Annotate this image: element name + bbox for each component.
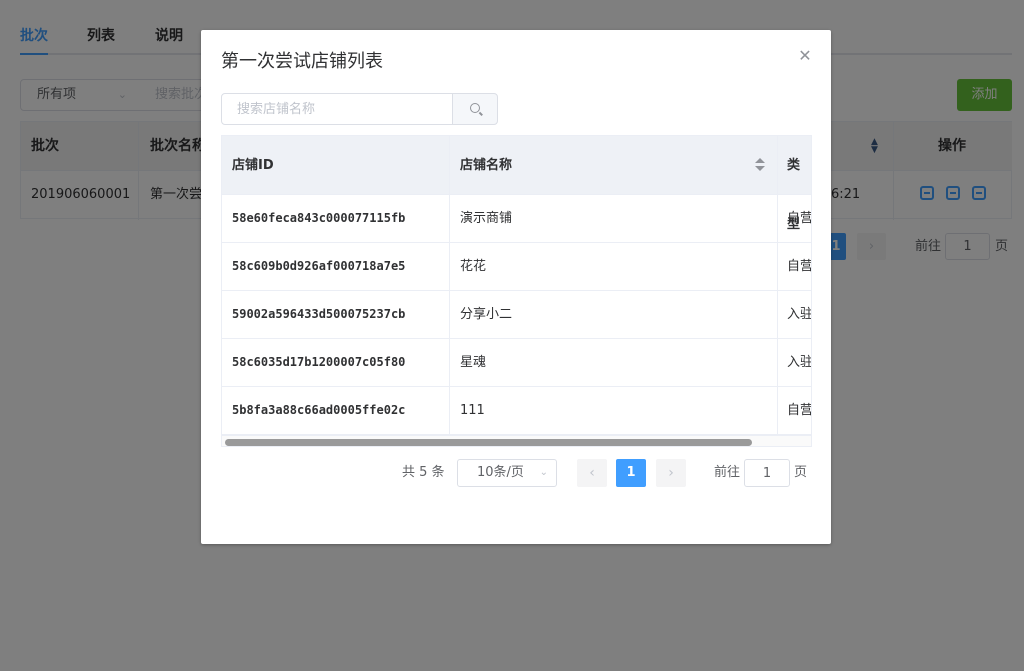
col-header-type: 类型 [787,158,801,232]
shop-table-header: 店铺ID 店铺名称 类型 [222,136,811,232]
sort-caret-icon[interactable] [755,158,765,172]
close-icon[interactable]: ✕ [797,48,813,64]
table-row[interactable]: 59002a596433d500075237cb 分享小二 入驻 [222,291,811,339]
table-row[interactable]: 5b8fa3a88c66ad0005ffe02c 111 自营 [222,387,811,435]
cell-shop-id: 5b8fa3a88c66ad0005ffe02c [232,403,406,417]
pagination-total: 共 5 条 [402,465,445,480]
cell-shop-id: 58c6035d17b1200007c05f80 [232,355,406,369]
chevron-left-icon[interactable]: ‹ [577,459,607,487]
dialog-title: 第一次尝试店铺列表 [221,51,383,72]
sort-descending-icon[interactable] [755,166,765,171]
cell-type: 自营 [787,259,812,274]
page-number-current[interactable]: 1 [616,459,646,487]
col-header-shop-name[interactable]: 店铺名称 [460,136,512,195]
cell-type: 自营 [787,211,812,226]
shop-search-input[interactable] [221,93,453,125]
cell-type: 自营 [787,403,812,418]
search-button[interactable] [452,93,498,125]
chevron-down-icon: ⌄ [539,467,548,478]
cell-type: 入驻 [787,355,812,370]
table-row[interactable]: 58c609b0d926af000718a7e5 花花 自营 [222,243,811,291]
scrollbar-thumb[interactable] [225,439,752,446]
sort-ascending-icon[interactable] [755,158,765,163]
table-row[interactable]: 58e60feca843c000077115fb 演示商铺 自营 [222,195,811,243]
cell-shop-id: 58c609b0d926af000718a7e5 [232,259,406,273]
column-divider [777,136,778,434]
column-divider [449,136,450,434]
col-header-shop-id: 店铺ID [232,158,274,173]
cell-shop-name: 分享小二 [460,307,513,322]
cell-shop-id: 58e60feca843c000077115fb [232,211,406,225]
goto-page-input[interactable] [744,459,790,487]
goto-label: 前往 [714,465,741,480]
search-icon [470,103,480,113]
page-size-select[interactable]: 10条/页 ⌄ [457,459,557,487]
shop-list-dialog: 第一次尝试店铺列表 ✕ 店铺ID 店铺名称 类型 58e60feca843c00… [201,30,831,544]
shop-table: 店铺ID 店铺名称 类型 58e60feca843c000077115fb 演示… [221,135,812,447]
cell-shop-name: 演示商铺 [460,211,513,226]
cell-shop-id: 59002a596433d500075237cb [232,307,406,321]
page-size-value: 10条/页 [477,465,524,480]
cell-shop-name: 花花 [460,259,487,274]
cell-shop-name: 111 [460,403,485,418]
cell-type: 入驻 [787,307,812,322]
goto-suffix: 页 [794,465,808,480]
table-row[interactable]: 58c6035d17b1200007c05f80 星魂 入驻 [222,339,811,387]
horizontal-scrollbar[interactable] [222,435,811,446]
chevron-right-icon[interactable]: › [656,459,686,487]
cell-shop-name: 星魂 [460,355,487,370]
